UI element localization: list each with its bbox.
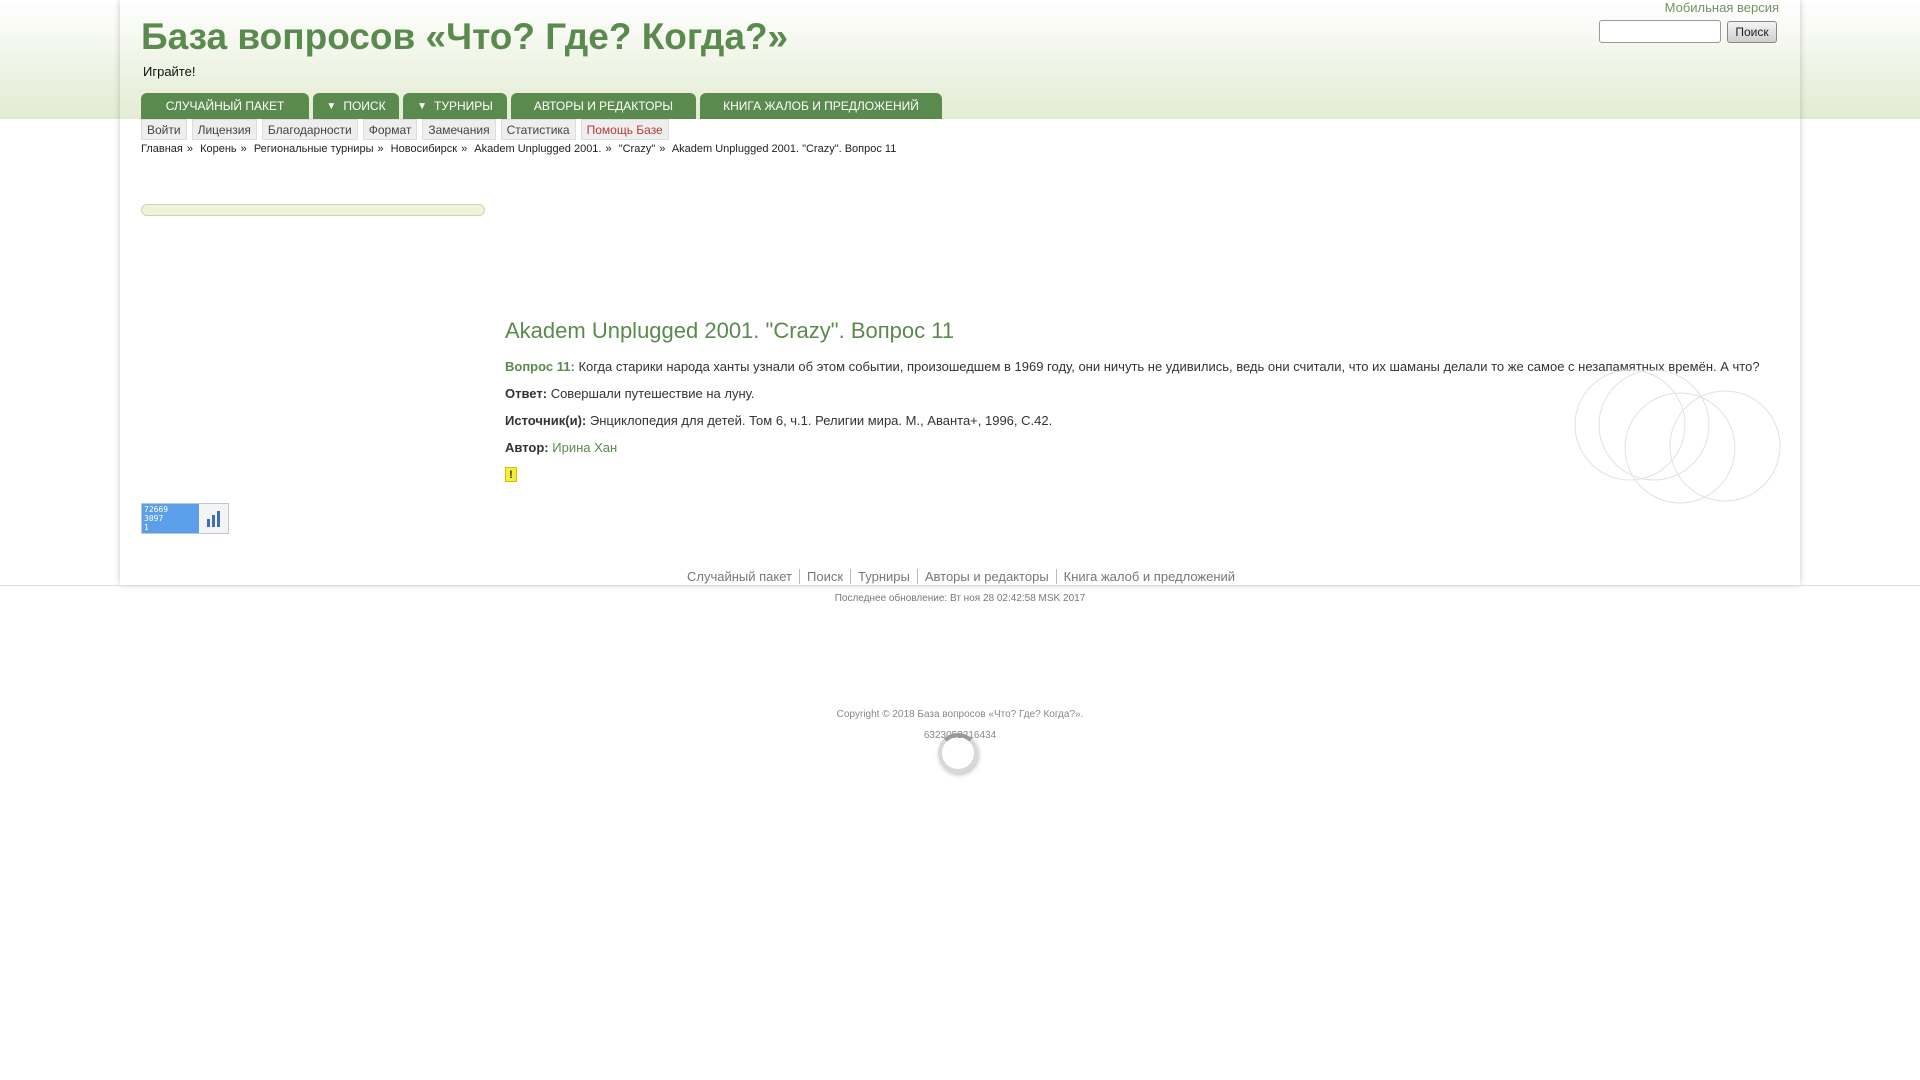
- sub-menu-thanks[interactable]: Благодарности: [261, 119, 358, 140]
- question-title: Akadem Unplugged 2001. "Crazy". Вопрос 1…: [505, 318, 955, 343]
- search-input[interactable]: [1599, 20, 1721, 43]
- breadcrumb-current: Akadem Unplugged 2001. "Crazy". Вопрос 1…: [671, 143, 897, 155]
- counter-values: 72669 3097 1: [142, 504, 199, 533]
- author-line: Автор: Ирина Хан: [505, 440, 617, 455]
- footer-link-authors-editors[interactable]: Авторы и редакторы: [916, 569, 1056, 584]
- counter-value: 3097: [144, 514, 164, 523]
- breadcrumb-item[interactable]: Главная: [141, 143, 183, 155]
- author-link[interactable]: Ирина Хан: [552, 440, 617, 455]
- source-line: Источник(и): Энциклопедия для детей. Том…: [505, 413, 1052, 428]
- menu-tab-label: Поиск: [343, 99, 386, 113]
- sub-menu-help-base[interactable]: Помощь Базе: [580, 119, 669, 140]
- breadcrumb-item[interactable]: Akadem Unplugged 2001.: [474, 143, 601, 155]
- mobile-version-link[interactable]: Мобильная версия: [1665, 0, 1779, 15]
- menu-tab-label: Авторы и редакторы: [533, 99, 674, 113]
- dropdown-arrow-icon: ▼: [326, 100, 337, 112]
- author-label: Автор:: [505, 440, 549, 455]
- footer-nav: Случайный пакет Поиск Турниры Авторы и р…: [680, 569, 1242, 584]
- breadcrumb: Главная» Корень» Региональные турниры» Н…: [141, 143, 897, 155]
- answer-label: Ответ:: [505, 386, 548, 401]
- sub-menu-login[interactable]: Войти: [141, 119, 187, 140]
- counter-value: 72669: [144, 505, 169, 514]
- sub-menu-license[interactable]: Лицензия: [191, 119, 257, 140]
- tagline: Играйте!: [143, 64, 196, 79]
- sub-menu-statistics[interactable]: Статистика: [500, 119, 576, 140]
- source-text: Энциклопедия для детей. Том 6, ч.1. Рели…: [589, 413, 1053, 428]
- breadcrumb-item[interactable]: Новосибирск: [391, 143, 457, 155]
- menu-tab-complaints-book[interactable]: Книга жалоб и предложений: [700, 93, 942, 119]
- main-menu: Случайный пакет ▼ Поиск ▼ Турниры Авторы…: [141, 93, 946, 119]
- site-title[interactable]: База вопросов «Что? Где? Когда?»: [141, 16, 788, 58]
- copyright: Copyright © 2018 База вопросов «Что? Где…: [836, 709, 1084, 720]
- search-button[interactable]: Поиск: [1727, 21, 1777, 43]
- chart-icon: [199, 504, 228, 533]
- visit-counter[interactable]: 72669 3097 1: [141, 503, 229, 534]
- answer-line: Ответ: Совершали путешествие на луну.: [505, 386, 754, 401]
- breadcrumb-item[interactable]: Региональные турниры: [254, 143, 374, 155]
- answer-text: Совершали путешествие на луну.: [550, 386, 755, 401]
- menu-tab-label: Книга жалоб и предложений: [723, 99, 919, 113]
- sub-menu-remarks[interactable]: Замечания: [422, 119, 496, 140]
- page-container: [120, 0, 1800, 585]
- menu-tab-label: Случайный пакет: [165, 99, 285, 113]
- spinner-icon: [938, 733, 978, 773]
- sidebar-panel: [141, 204, 485, 216]
- counter-value: 1: [144, 523, 149, 532]
- sub-menu-format[interactable]: Формат: [362, 119, 418, 140]
- menu-tab-search[interactable]: ▼ Поиск: [313, 93, 399, 119]
- warning-icon[interactable]: !: [505, 467, 517, 482]
- menu-tab-random-package[interactable]: Случайный пакет: [141, 93, 309, 119]
- menu-tab-label: Турниры: [434, 99, 493, 113]
- footer-link-tournaments[interactable]: Турниры: [850, 569, 917, 584]
- footer-link-random-package[interactable]: Случайный пакет: [680, 569, 799, 584]
- sub-menu: Войти Лицензия Благодарности Формат Заме…: [141, 119, 674, 140]
- source-label: Источник(и):: [505, 413, 587, 428]
- question-number: Вопрос 11:: [505, 359, 575, 374]
- last-updated: Последнее обновление: Вт ноя 28 02:42:58…: [834, 593, 1086, 604]
- menu-tab-authors-editors[interactable]: Авторы и редакторы: [511, 93, 696, 119]
- breadcrumb-item[interactable]: "Crazy": [619, 143, 656, 155]
- breadcrumb-item[interactable]: Корень: [200, 143, 237, 155]
- dropdown-arrow-icon: ▼: [417, 100, 428, 112]
- menu-tab-tournaments[interactable]: ▼ Турниры: [403, 93, 507, 119]
- decorative-circles: [1574, 369, 1781, 504]
- footer-link-search[interactable]: Поиск: [799, 569, 850, 584]
- footer-link-complaints-book[interactable]: Книга жалоб и предложений: [1055, 569, 1242, 584]
- footer-divider: [0, 585, 1920, 586]
- page-body: [120, 119, 1800, 585]
